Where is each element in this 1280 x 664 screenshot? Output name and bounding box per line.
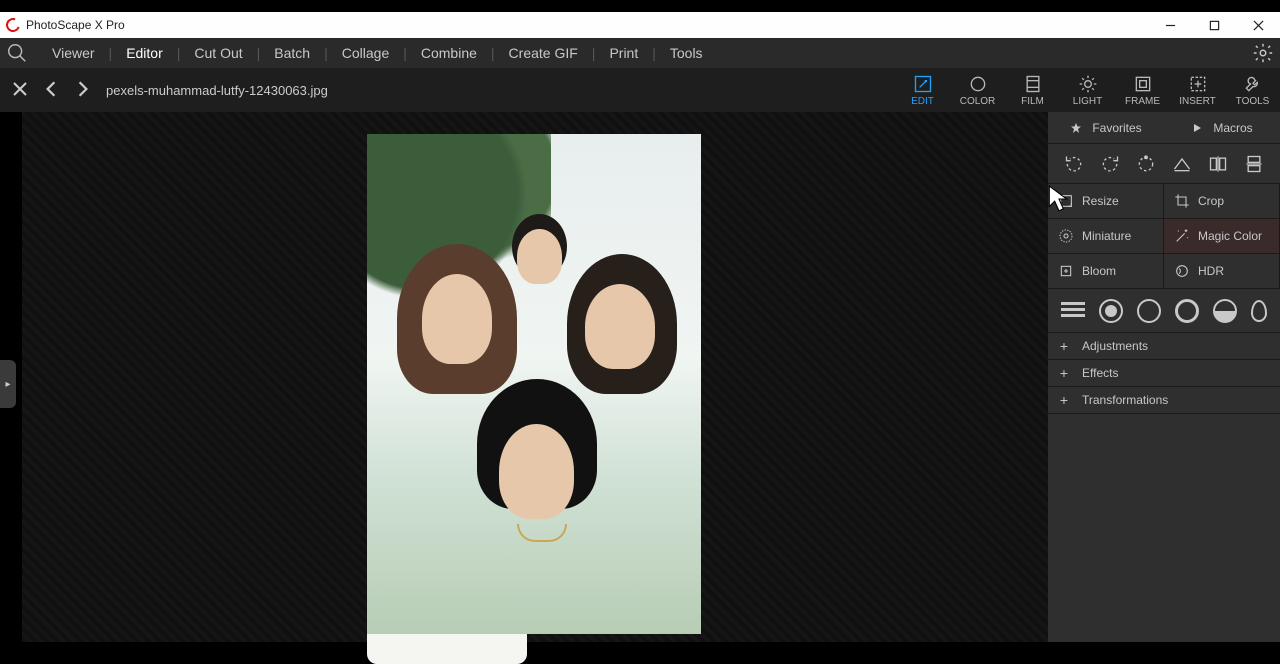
rotate-arbitrary-button[interactable] xyxy=(1134,152,1158,176)
effects-label: Effects xyxy=(1082,366,1118,380)
vignette-preset-2-icon[interactable] xyxy=(1137,299,1161,323)
magic-color-label: Magic Color xyxy=(1198,229,1262,243)
miniature-icon xyxy=(1058,228,1074,244)
play-icon xyxy=(1191,122,1203,134)
transformations-expander[interactable]: + Transformations xyxy=(1048,387,1280,414)
window-minimize-button[interactable] xyxy=(1148,12,1192,38)
effects-expander[interactable]: + Effects xyxy=(1048,360,1280,387)
macros-button[interactable]: Macros xyxy=(1164,121,1280,135)
crop-label: Crop xyxy=(1198,194,1224,208)
plus-icon: + xyxy=(1058,392,1070,408)
vignette-preset-1-icon[interactable] xyxy=(1099,299,1123,323)
editor-tool-tabs: EDIT COLOR FILM LIGHT FRAME INSERT TOOLS xyxy=(895,68,1280,112)
mouse-cursor-icon xyxy=(1048,185,1070,213)
tool-tab-label: LIGHT xyxy=(1073,96,1102,107)
window-maximize-button[interactable] xyxy=(1192,12,1236,38)
tool-tab-tools[interactable]: TOOLS xyxy=(1225,68,1280,112)
hdr-icon xyxy=(1174,263,1190,279)
favorites-button[interactable]: Favorites xyxy=(1048,121,1164,135)
tool-tab-light[interactable]: LIGHT xyxy=(1060,68,1115,112)
macros-label: Macros xyxy=(1213,121,1252,135)
tool-tab-label: INSERT xyxy=(1179,96,1216,107)
crop-icon xyxy=(1174,193,1190,209)
current-filename: pexels-muhammad-lutfy-12430063.jpg xyxy=(106,83,328,98)
next-image-button[interactable] xyxy=(74,80,92,101)
crop-button[interactable]: Crop xyxy=(1164,184,1280,219)
miniature-label: Miniature xyxy=(1082,229,1131,243)
tool-tab-label: EDIT xyxy=(911,96,934,107)
edit-side-panel: Favorites Macros Resize Crop Miniature M… xyxy=(1048,112,1280,642)
tool-tab-insert[interactable]: INSERT xyxy=(1170,68,1225,112)
resize-label: Resize xyxy=(1082,194,1119,208)
search-icon[interactable] xyxy=(6,42,28,64)
straighten-button[interactable] xyxy=(1170,152,1194,176)
hdr-button[interactable]: HDR xyxy=(1164,254,1280,289)
window-close-button[interactable] xyxy=(1236,12,1280,38)
transformations-label: Transformations xyxy=(1082,393,1168,407)
adjustments-label: Adjustments xyxy=(1082,339,1148,353)
bloom-button[interactable]: Bloom xyxy=(1048,254,1164,289)
levels-preset-icon[interactable] xyxy=(1061,299,1085,323)
menu-print[interactable]: Print xyxy=(603,38,644,68)
menu-batch[interactable]: Batch xyxy=(268,38,316,68)
menu-viewer[interactable]: Viewer xyxy=(46,38,101,68)
menu-creategif[interactable]: Create GIF xyxy=(503,38,584,68)
tool-tab-frame[interactable]: FRAME xyxy=(1115,68,1170,112)
tool-tab-label: TOOLS xyxy=(1236,96,1270,107)
plus-icon: + xyxy=(1058,365,1070,381)
menu-combine[interactable]: Combine xyxy=(415,38,483,68)
tool-tab-film[interactable]: FILM xyxy=(1005,68,1060,112)
current-photo[interactable] xyxy=(367,134,701,634)
app-logo-icon xyxy=(4,16,23,35)
bloom-icon xyxy=(1058,263,1074,279)
star-icon xyxy=(1070,122,1082,134)
vignette-preset-4-icon[interactable] xyxy=(1213,299,1237,323)
tool-tab-label: FILM xyxy=(1021,96,1044,107)
tool-tab-label: FRAME xyxy=(1125,96,1160,107)
adjustments-expander[interactable]: + Adjustments xyxy=(1048,333,1280,360)
tool-tab-label: COLOR xyxy=(960,96,996,107)
window-title: PhotoScape X Pro xyxy=(26,18,125,32)
flip-horizontal-button[interactable] xyxy=(1206,152,1230,176)
window-titlebar: PhotoScape X Pro xyxy=(0,12,1280,38)
tool-tab-edit[interactable]: EDIT xyxy=(895,68,950,112)
main-menubar: Viewer| Editor| Cut Out| Batch| Collage|… xyxy=(0,38,1280,68)
tool-tab-color[interactable]: COLOR xyxy=(950,68,1005,112)
close-file-button[interactable] xyxy=(12,81,28,100)
menu-cutout[interactable]: Cut Out xyxy=(188,38,248,68)
blur-drop-icon[interactable] xyxy=(1251,300,1267,322)
menu-editor[interactable]: Editor xyxy=(120,38,169,68)
magic-wand-icon xyxy=(1174,228,1190,244)
menu-collage[interactable]: Collage xyxy=(336,38,395,68)
rotate-cw-button[interactable] xyxy=(1098,152,1122,176)
hdr-label: HDR xyxy=(1198,264,1224,278)
menu-tools[interactable]: Tools xyxy=(664,38,709,68)
expand-thumbnails-handle[interactable]: ▸ xyxy=(0,360,16,408)
vignette-preset-3-icon[interactable] xyxy=(1175,299,1199,323)
bloom-label: Bloom xyxy=(1082,264,1116,278)
magic-color-button[interactable]: Magic Color xyxy=(1164,219,1280,254)
rotate-ccw-button[interactable] xyxy=(1062,152,1086,176)
settings-gear-icon[interactable] xyxy=(1252,42,1274,64)
favorites-label: Favorites xyxy=(1092,121,1141,135)
plus-icon: + xyxy=(1058,338,1070,354)
prev-image-button[interactable] xyxy=(42,80,60,101)
flip-vertical-button[interactable] xyxy=(1242,152,1266,176)
miniature-button[interactable]: Miniature xyxy=(1048,219,1164,254)
